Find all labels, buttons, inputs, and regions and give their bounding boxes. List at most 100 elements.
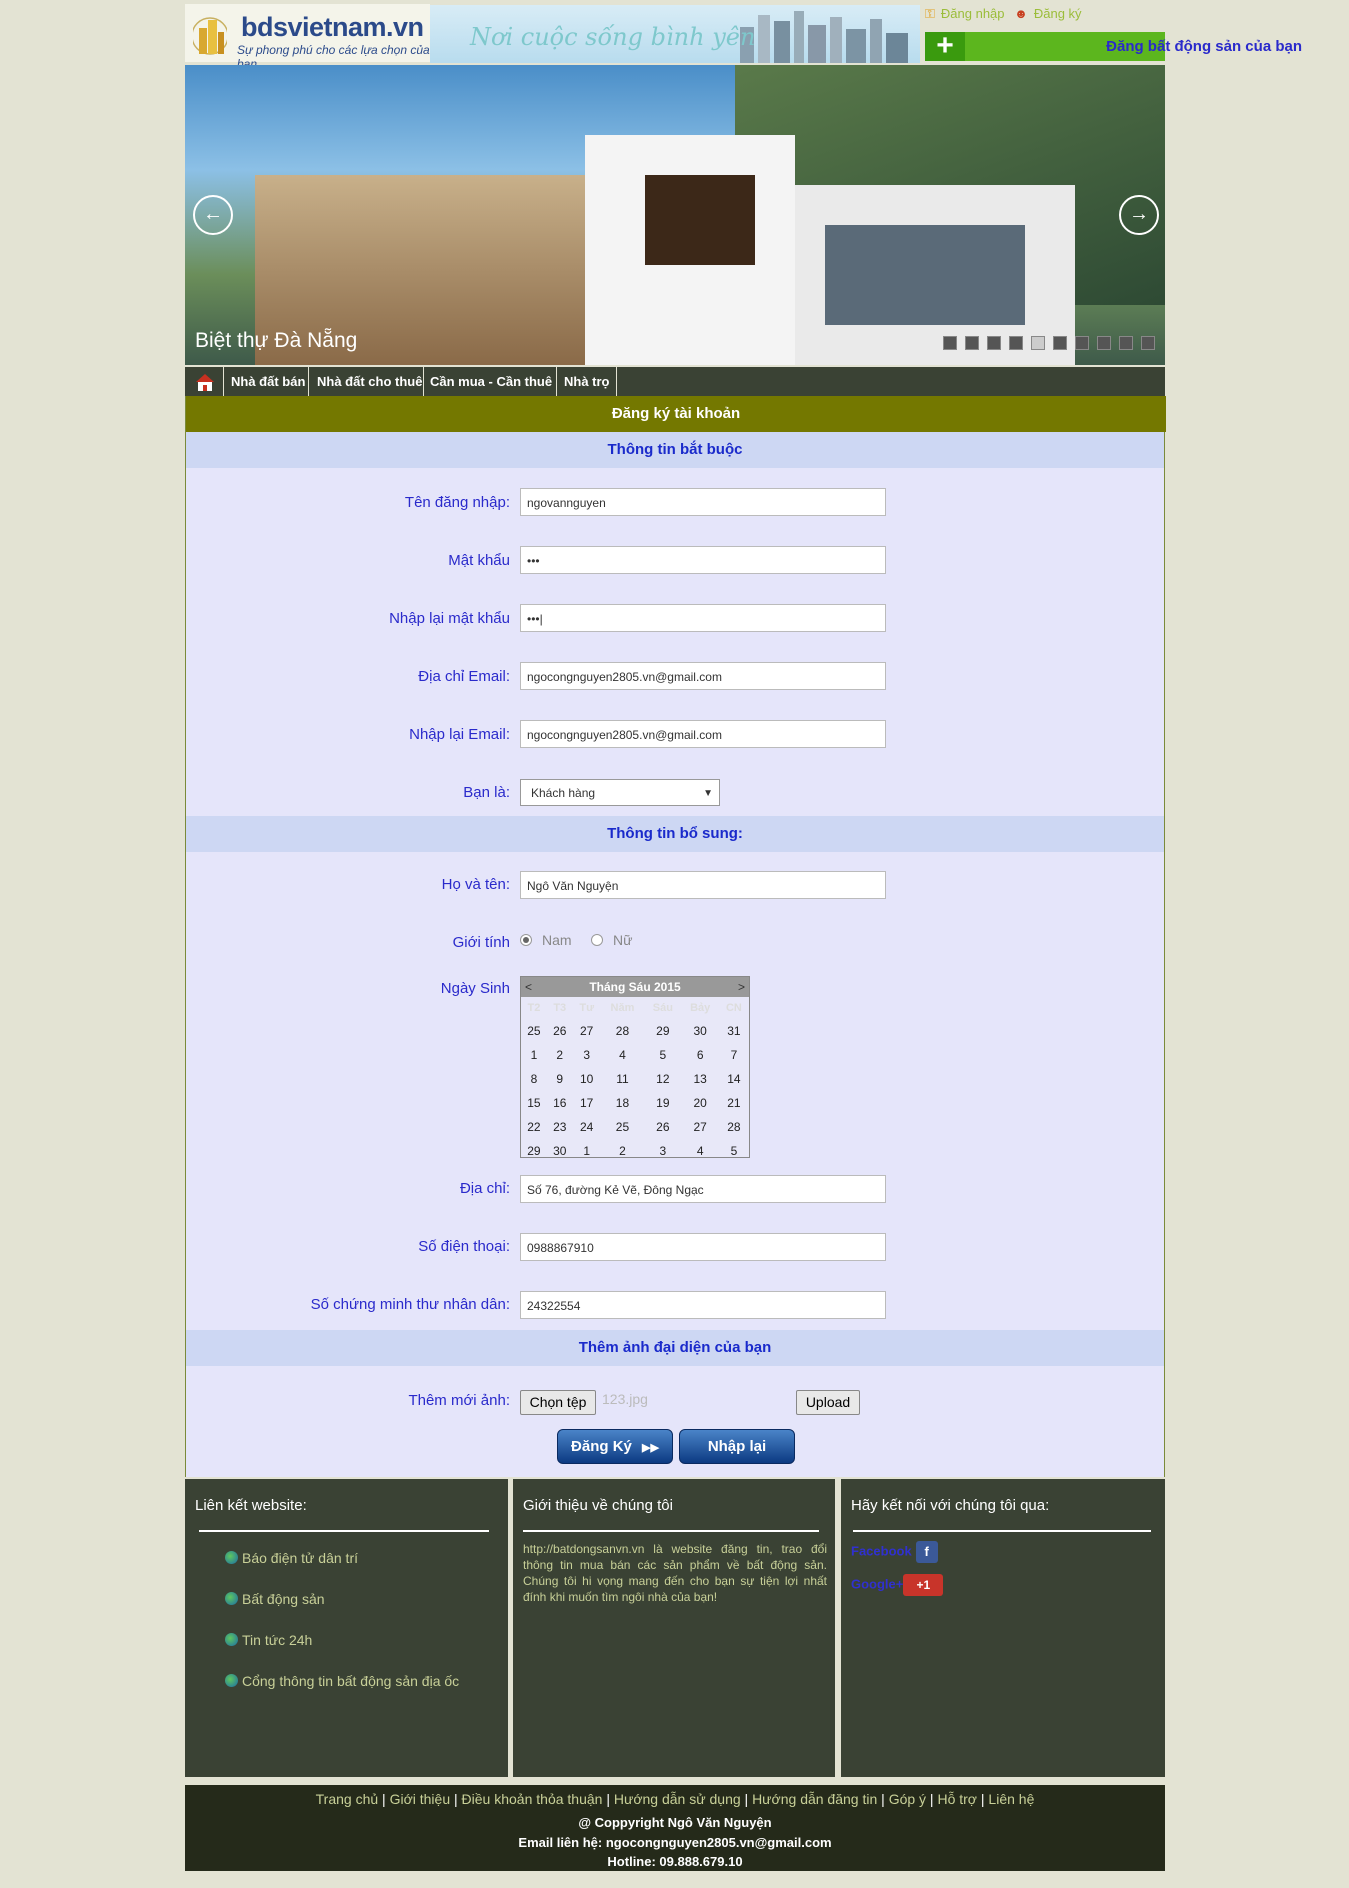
calendar-day[interactable]: 23 — [547, 1115, 573, 1139]
login-link[interactable]: Đăng nhập — [941, 6, 1005, 21]
slider-prev-arrow-icon[interactable]: ← — [193, 195, 233, 235]
footer-menu-link[interactable]: Liên hệ — [988, 1791, 1034, 1807]
reset-button[interactable]: Nhập lại — [679, 1429, 795, 1464]
city-skyline-image — [740, 11, 908, 63]
slider-caption: Biệt thự Đà Nẵng — [195, 329, 358, 352]
calendar-day[interactable]: 13 — [682, 1067, 719, 1091]
calendar-day[interactable]: 27 — [573, 1019, 601, 1043]
logo[interactable]: bdsvietnam.vn Sự phong phú cho các lựa c… — [185, 4, 430, 71]
choose-file-button[interactable]: Chọn tệp — [520, 1390, 596, 1415]
password-confirm-input[interactable]: •••| — [520, 604, 886, 632]
phone-input[interactable]: 0988867910 — [520, 1233, 886, 1261]
email-confirm-input[interactable]: ngocongnguyen2805.vn@gmail.com — [520, 720, 886, 748]
fullname-input[interactable]: Ngô Văn Nguyện — [520, 871, 886, 899]
calendar-day[interactable]: 4 — [601, 1043, 644, 1067]
role-select[interactable]: Khách hàng ▼ — [520, 779, 720, 806]
footer-link[interactable]: Cổng thông tin bất động sản địa ốc — [225, 1673, 459, 1689]
register-link[interactable]: Đăng ký — [1034, 6, 1082, 21]
gender-female-radio[interactable]: Nữ — [591, 932, 632, 948]
calendar-day[interactable]: 10 — [573, 1067, 601, 1091]
calendar-day[interactable]: 26 — [547, 1019, 573, 1043]
calendar-day[interactable]: 28 — [719, 1115, 749, 1139]
register-submit-button[interactable]: Đăng Ký ▶▶ — [557, 1429, 673, 1464]
slider-dot[interactable] — [943, 336, 957, 350]
calendar-day[interactable]: 5 — [719, 1139, 749, 1163]
google-plus-link[interactable]: Google+ +1 — [851, 1574, 944, 1596]
nav-item-land-sale[interactable]: Nhà đất bán — [231, 374, 305, 389]
calendar-day[interactable]: 1 — [521, 1043, 547, 1067]
calendar-day[interactable]: 20 — [682, 1091, 719, 1115]
slider-dot[interactable] — [965, 336, 979, 350]
nav-item-land-rent[interactable]: Nhà đất cho thuê — [317, 374, 422, 389]
slider-dot[interactable] — [1119, 336, 1133, 350]
slider-dot[interactable] — [1075, 336, 1089, 350]
password-input[interactable]: ••• — [520, 546, 886, 574]
calendar-day[interactable]: 2 — [601, 1139, 644, 1163]
calendar-day[interactable]: 8 — [521, 1067, 547, 1091]
nav-item-buy-rent[interactable]: Cần mua - Cần thuê — [430, 374, 552, 389]
slider-dot[interactable] — [1009, 336, 1023, 350]
calendar-day[interactable]: 29 — [644, 1019, 681, 1043]
calendar-day[interactable]: 17 — [573, 1091, 601, 1115]
slider-dot[interactable] — [987, 336, 1001, 350]
calendar-day[interactable]: 5 — [644, 1043, 681, 1067]
home-icon[interactable] — [187, 367, 224, 396]
calendar-day[interactable]: 7 — [719, 1043, 749, 1067]
calendar-prev-button[interactable]: < — [525, 977, 532, 997]
slider-dot[interactable] — [1141, 336, 1155, 350]
footer-menu-link[interactable]: Trang chủ — [316, 1791, 379, 1807]
calendar-day[interactable]: 31 — [719, 1019, 749, 1043]
calendar-day[interactable]: 27 — [682, 1115, 719, 1139]
footer-link[interactable]: Tin tức 24h — [225, 1632, 312, 1648]
calendar-day[interactable]: 1 — [573, 1139, 601, 1163]
calendar-day[interactable]: 3 — [573, 1043, 601, 1067]
footer-link[interactable]: Bất động sản — [225, 1591, 325, 1607]
username-input[interactable]: ngovannguyen — [520, 488, 886, 516]
calendar-day[interactable]: 21 — [719, 1091, 749, 1115]
calendar-day[interactable]: 6 — [682, 1043, 719, 1067]
post-property-button[interactable]: + Đăng bất động sản của bạn — [925, 31, 1302, 61]
image-slider[interactable]: ← → Biệt thự Đà Nẵng — [185, 65, 1165, 365]
nav-item-boarding[interactable]: Nhà trọ — [564, 374, 610, 389]
footer-menu-link[interactable]: Giới thiệu — [390, 1791, 451, 1807]
id-number-input[interactable]: 24322554 — [520, 1291, 886, 1319]
calendar-next-button[interactable]: > — [738, 977, 745, 997]
calendar-day[interactable]: 26 — [644, 1115, 681, 1139]
calendar-day[interactable]: 30 — [547, 1139, 573, 1163]
calendar-day[interactable]: 2 — [547, 1043, 573, 1067]
calendar-day[interactable]: 25 — [521, 1019, 547, 1043]
slider-next-arrow-icon[interactable]: → — [1119, 195, 1159, 235]
footer-menu-link[interactable]: Hỗ trợ — [937, 1791, 977, 1807]
calendar-day[interactable]: 19 — [644, 1091, 681, 1115]
calendar-day[interactable]: 3 — [644, 1139, 681, 1163]
calendar-day[interactable]: 18 — [601, 1091, 644, 1115]
calendar-day[interactable]: 11 — [601, 1067, 644, 1091]
footer-menu-separator: | — [378, 1791, 390, 1807]
slider-dot[interactable] — [1031, 336, 1045, 350]
calendar-day[interactable]: 24 — [573, 1115, 601, 1139]
footer-menu-link[interactable]: Hướng dẫn đăng tin — [752, 1791, 877, 1807]
calendar-day[interactable]: 29 — [521, 1139, 547, 1163]
calendar-day[interactable]: 14 — [719, 1067, 749, 1091]
footer-menu-link[interactable]: Hướng dẫn sử dụng — [614, 1791, 741, 1807]
footer-menu-link[interactable]: Điều khoản thỏa thuận — [462, 1791, 603, 1807]
calendar-day[interactable]: 12 — [644, 1067, 681, 1091]
slider-dot[interactable] — [1097, 336, 1111, 350]
calendar-day[interactable]: 30 — [682, 1019, 719, 1043]
calendar-day[interactable]: 28 — [601, 1019, 644, 1043]
footer-link[interactable]: Báo điện tử dân trí — [225, 1550, 358, 1566]
email-input[interactable]: ngocongnguyen2805.vn@gmail.com — [520, 662, 886, 690]
footer-menu-link[interactable]: Góp ý — [889, 1791, 926, 1807]
facebook-link[interactable]: Facebook f — [851, 1541, 938, 1563]
calendar-day[interactable]: 25 — [601, 1115, 644, 1139]
calendar-day[interactable]: 9 — [547, 1067, 573, 1091]
calendar-day[interactable]: 4 — [682, 1139, 719, 1163]
calendar-day[interactable]: 16 — [547, 1091, 573, 1115]
address-input[interactable]: Số 76, đường Kẻ Vẽ, Đông Ngạc — [520, 1175, 886, 1203]
gender-male-radio[interactable]: Nam — [520, 932, 572, 948]
slider-dot[interactable] — [1053, 336, 1067, 350]
calendar-day[interactable]: 15 — [521, 1091, 547, 1115]
upload-button[interactable]: Upload — [796, 1390, 860, 1415]
calendar-day[interactable]: 22 — [521, 1115, 547, 1139]
birthday-calendar[interactable]: < Tháng Sáu 2015 > T2 T3 Tư Năm Sáu Bảy CN 25 2… — [520, 976, 750, 1158]
